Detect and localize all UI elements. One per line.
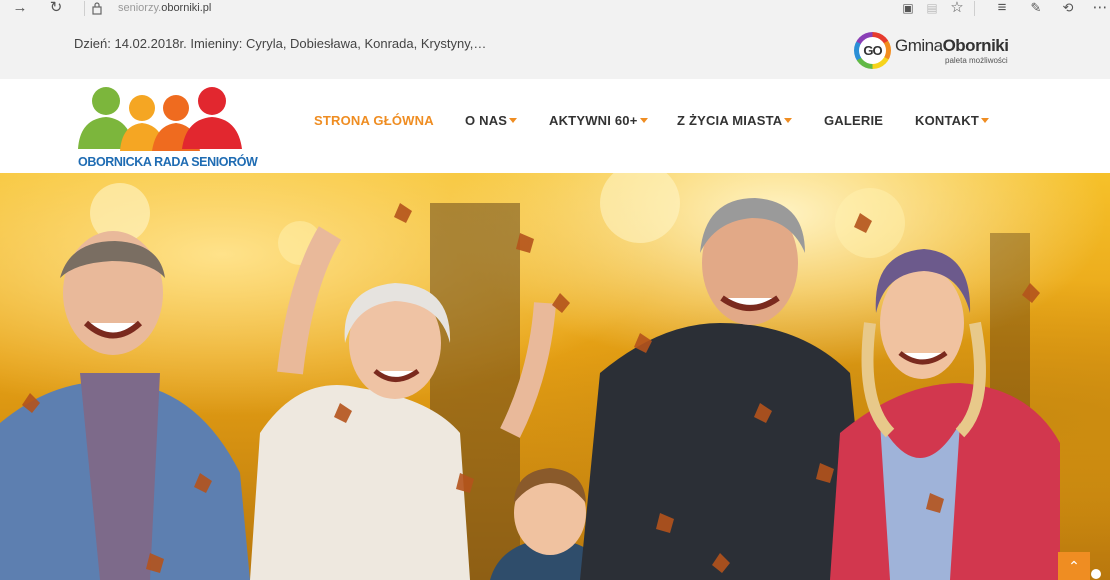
nav-item-active-60[interactable]: AKTYWNI 60+: [549, 113, 648, 128]
site-logo-text: OBORNICKA RADA SENIORÓW: [78, 155, 258, 169]
nav-item-label: O NAS: [465, 113, 508, 128]
reading-list-icon[interactable]: ▣: [896, 0, 920, 18]
gmina-logo-ring: GO: [854, 32, 891, 69]
toolbar-divider: [84, 1, 85, 16]
nav-item-label: Z ŻYCIA MIASTA: [677, 113, 783, 128]
gmina-tagline: paleta możliwości: [945, 56, 1008, 65]
chevron-down-icon: [980, 118, 989, 123]
nav-item-galleries[interactable]: GALERIE: [824, 113, 883, 128]
slider-dot[interactable]: [1091, 569, 1101, 579]
site-header: OBORNICKA RADA SENIORÓW STRONA GŁÓWNA O …: [0, 79, 1110, 173]
url-prefix: seniorzy.: [118, 2, 162, 14]
gmina-logo-name: GminaOborniki: [895, 36, 1009, 56]
refresh-icon[interactable]: ↻: [44, 0, 68, 18]
gmina-logo-badge: GO: [859, 37, 886, 64]
hub-icon[interactable]: ≡: [990, 0, 1014, 18]
star-icon[interactable]: ☆: [945, 0, 969, 18]
nav-item-label: AKTYWNI 60+: [549, 113, 638, 128]
share-icon[interactable]: ⟲: [1056, 0, 1080, 18]
forward-icon[interactable]: →: [8, 0, 32, 18]
person-man: [580, 198, 870, 580]
nav-item-label: KONTAKT: [915, 113, 979, 128]
date-nameday-text: Dzień: 14.02.2018r. Imieniny: Cyryla, Do…: [74, 36, 487, 51]
nav-item-about[interactable]: O NAS: [465, 113, 518, 128]
scroll-to-top-button[interactable]: ⌃: [1058, 552, 1090, 580]
hero-image: [0, 173, 1110, 580]
nav-item-contact[interactable]: KONTAKT: [915, 113, 989, 128]
gmina-name-part1: Gmina: [895, 36, 943, 55]
chevron-down-icon: [509, 118, 518, 123]
gmina-name-part2: Oborniki: [942, 36, 1009, 55]
browser-toolbar: → ↻ seniorzy.oborniki.pl ▣ ▤ ☆ ≡ ✎ ⟲ ⋯: [0, 0, 1110, 18]
chevron-up-icon: ⌃: [1068, 558, 1080, 574]
url-domain: oborniki.pl: [161, 2, 212, 14]
nav-item-home[interactable]: STRONA GŁÓWNA: [314, 113, 434, 128]
chevron-down-icon: [639, 118, 648, 123]
gmina-oborniki-logo[interactable]: GO GminaOborniki paleta możliwości: [854, 32, 1009, 72]
top-info-bar: Dzień: 14.02.2018r. Imieniny: Cyryla, Do…: [0, 18, 1110, 79]
web-note-icon[interactable]: ✎: [1024, 0, 1048, 18]
reading-view-icon[interactable]: ▤: [920, 0, 944, 18]
lock-icon: [92, 2, 102, 15]
address-bar[interactable]: seniorzy.oborniki.pl: [118, 1, 211, 15]
toolbar-divider-2: [974, 1, 975, 16]
chevron-down-icon: [784, 118, 793, 123]
hero-illustration: [0, 173, 1060, 580]
main-nav: STRONA GŁÓWNA O NAS AKTYWNI 60+ Z ŻYCIA …: [0, 113, 1110, 133]
nav-item-label: STRONA GŁÓWNA: [314, 113, 434, 128]
nav-item-city-life[interactable]: Z ŻYCIA MIASTA: [677, 113, 793, 128]
more-icon[interactable]: ⋯: [1088, 0, 1110, 18]
nav-item-label: GALERIE: [824, 113, 884, 128]
